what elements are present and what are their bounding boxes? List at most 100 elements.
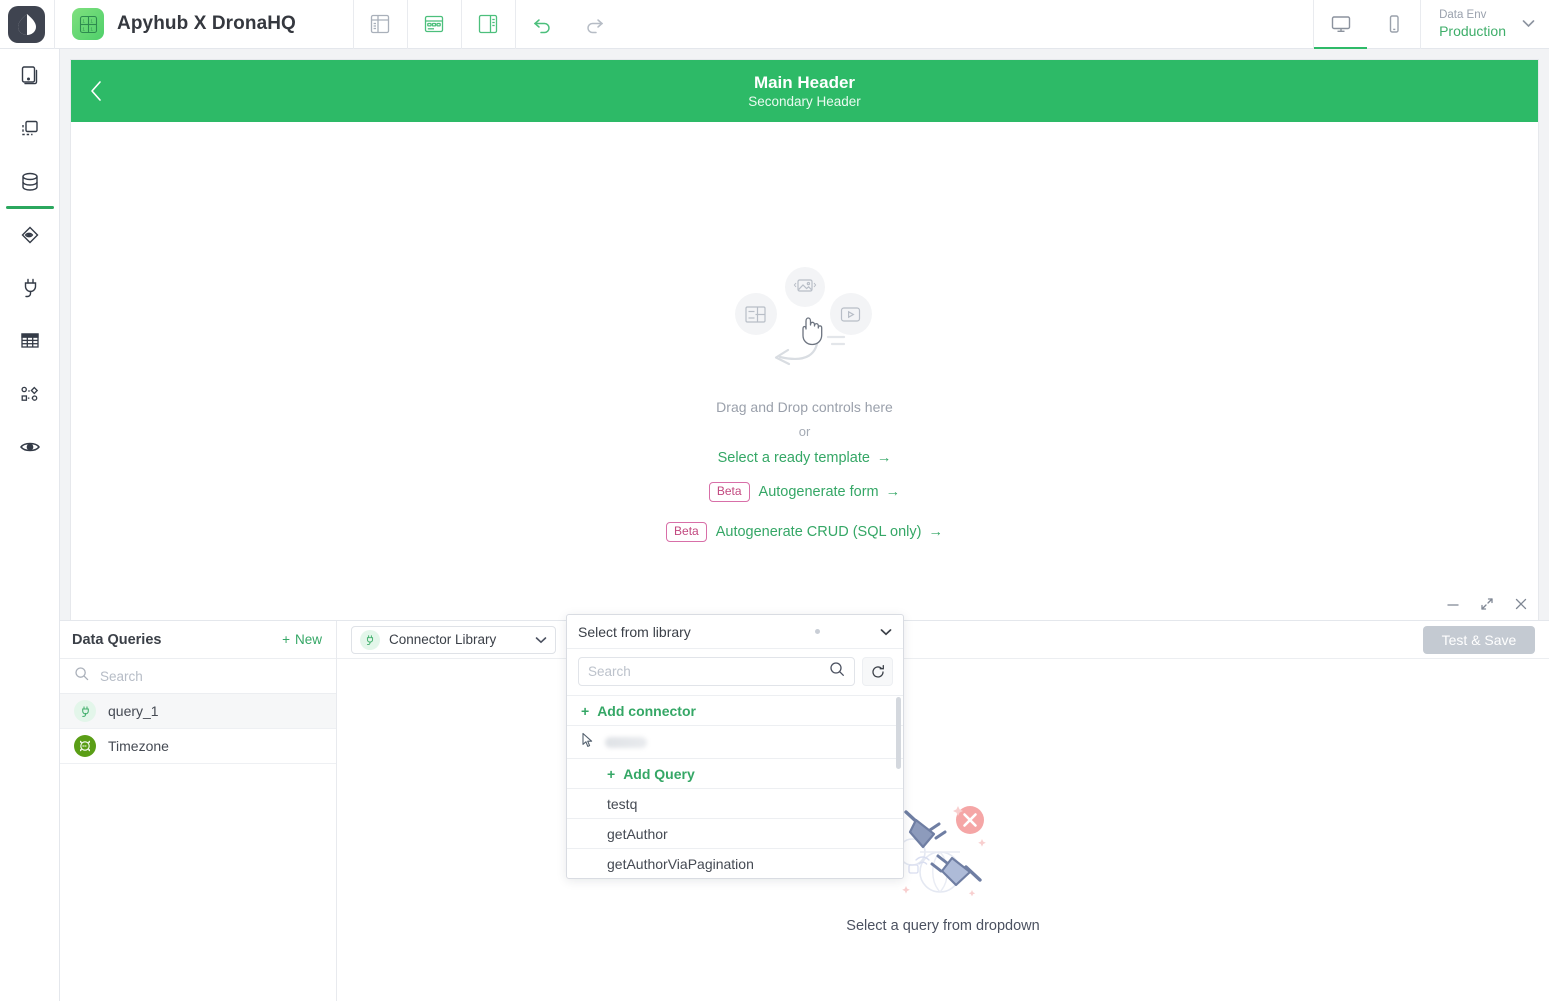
test-save-button[interactable]: Test & Save	[1423, 626, 1535, 654]
new-query-button[interactable]: + New	[282, 632, 322, 647]
refresh-icon[interactable]	[862, 657, 893, 686]
app-root: 1 1 1 1 Apyhub X DronaHQ Data Env Produc…	[0, 0, 1549, 1001]
library-option-label: getAuthor	[607, 825, 668, 842]
library-option-getauthor[interactable]: getAuthor	[567, 818, 903, 848]
library-option-label: getAuthorViaPagination	[607, 855, 754, 872]
connector-library-select[interactable]: Connector Library	[351, 625, 556, 654]
plug-icon	[74, 700, 96, 722]
chevron-down-icon	[880, 623, 892, 641]
app-green-header: Main Header Secondary Header	[71, 60, 1538, 122]
data-queries-panel: Data Queries + New Search query_1 Timezo…	[60, 598, 1549, 1001]
desktop-view-icon[interactable]	[1314, 0, 1368, 49]
disconnected-plugs-icon	[888, 794, 998, 904]
library-search-row	[567, 649, 903, 695]
main-header-text: Main Header	[753, 72, 856, 92]
arrow-right-icon: →	[885, 484, 901, 500]
secondary-header-text: Secondary Header	[748, 93, 861, 109]
layout-split-icon[interactable]	[462, 0, 515, 49]
select-from-library-value: Select from library	[578, 623, 691, 640]
undo-icon[interactable]	[516, 0, 569, 49]
data-query-main: Connector Library Test & Save Select a q…	[337, 614, 1549, 1001]
plus-icon: +	[282, 632, 290, 647]
page-title: Apyhub X DronaHQ	[117, 13, 296, 34]
svg-text:1: 1	[82, 18, 85, 23]
autogenerate-form-label: Autogenerate form	[758, 484, 879, 500]
autogenerate-crud-row[interactable]: Beta Autogenerate CRUD (SQL only) →	[666, 522, 943, 542]
arrow-right-icon: →	[876, 450, 892, 466]
mobile-view-icon[interactable]	[1367, 0, 1420, 49]
timezone-icon	[74, 735, 96, 757]
sidebar-item-preview[interactable]	[0, 420, 60, 473]
autogenerate-form-link[interactable]: Autogenerate form →	[759, 484, 901, 500]
autogenerate-crud-label: Autogenerate CRUD (SQL only)	[715, 524, 922, 540]
search-input[interactable]	[100, 668, 322, 684]
expand-button[interactable]	[1479, 596, 1495, 612]
dropdown-scrollbar[interactable]	[896, 697, 901, 769]
dronahq-logo-icon[interactable]	[8, 5, 45, 43]
left-sidebar	[0, 49, 60, 1001]
data-env-label: Data Env	[1439, 9, 1487, 21]
add-connector-button[interactable]: + Add connector	[567, 695, 903, 725]
select-ready-template-label: Select a ready template	[717, 450, 870, 466]
blurred-connector-name	[605, 736, 647, 748]
library-option-label: testq	[607, 795, 638, 812]
connector-library-value: Connector Library	[389, 632, 497, 647]
data-env-selector[interactable]: Data Env Production	[1420, 0, 1549, 49]
close-button[interactable]	[1513, 596, 1529, 612]
sidebar-item-layouts[interactable]	[0, 102, 60, 155]
minimize-button[interactable]	[1445, 596, 1461, 612]
data-queries-header: Data Queries + New	[60, 621, 336, 659]
select-from-library-trigger[interactable]: Select from library	[567, 615, 903, 649]
list-item-label: Timezone	[108, 738, 169, 754]
query-empty-state: Select a query from dropdown	[337, 659, 1549, 1001]
svg-text:1: 1	[90, 18, 93, 23]
autogenerate-crud-link[interactable]: Autogenerate CRUD (SQL only) →	[716, 524, 943, 540]
arrow-right-icon: →	[928, 524, 943, 540]
sidebar-item-preview-eye[interactable]	[0, 208, 60, 261]
plus-icon: +	[581, 702, 590, 719]
list-item[interactable]: Timezone	[60, 729, 336, 764]
layout-table-icon[interactable]	[408, 0, 461, 49]
dropzone-hint: Drag and Drop controls here	[716, 399, 893, 415]
beta-badge: Beta	[708, 482, 750, 502]
layout-sidebar-icon[interactable]	[354, 0, 407, 49]
library-option-getauthorviapagination[interactable]: getAuthorViaPagination	[567, 848, 903, 878]
svg-text:1: 1	[90, 26, 93, 31]
plug-icon	[360, 629, 380, 650]
chevron-down-icon	[535, 631, 547, 649]
connector-group-row[interactable]	[567, 725, 903, 758]
library-option-testq[interactable]: testq	[567, 788, 903, 818]
chevron-left-icon[interactable]	[89, 79, 103, 103]
library-options-list: + Add connector + Add Query testq getAut…	[567, 695, 903, 878]
panel-window-controls	[1433, 589, 1541, 619]
sidebar-item-data[interactable]	[0, 155, 60, 209]
autogenerate-form-row[interactable]: Beta Autogenerate form →	[708, 482, 901, 502]
query-empty-caption: Select a query from dropdown	[846, 918, 1040, 934]
app-grid-icon: 1 1 1 1	[72, 8, 104, 40]
top-bar: 1 1 1 1 Apyhub X DronaHQ Data Env Produc…	[0, 0, 1549, 49]
list-item-label: query_1	[108, 703, 159, 719]
library-search-field[interactable]	[578, 657, 855, 686]
sidebar-item-workflows[interactable]	[0, 367, 60, 420]
sidebar-item-tables[interactable]	[0, 314, 60, 367]
library-search-input[interactable]	[588, 664, 829, 679]
search-icon[interactable]	[829, 661, 845, 682]
data-queries-search-row[interactable]	[60, 659, 336, 694]
select-ready-template-link[interactable]: Select a ready template →	[718, 450, 892, 466]
new-query-label: New	[294, 632, 322, 647]
divider	[54, 0, 55, 49]
list-item[interactable]: query_1	[60, 694, 336, 729]
select-from-library-dropdown: Select from library Search + Add connect…	[566, 614, 904, 879]
svg-text:1: 1	[82, 26, 85, 31]
dropzone-or: or	[798, 424, 811, 439]
sidebar-item-connectors[interactable]	[0, 261, 60, 314]
drag-drop-illustration	[720, 267, 890, 377]
data-queries-title: Data Queries	[72, 631, 162, 648]
data-env-value: Production	[1439, 23, 1506, 39]
chevron-down-icon	[1522, 15, 1535, 33]
add-query-label: Add Query	[623, 765, 695, 782]
redo-icon[interactable]	[569, 0, 622, 49]
loading-dot-icon	[815, 629, 820, 634]
add-query-button[interactable]: + Add Query	[567, 758, 903, 788]
sidebar-item-screens[interactable]	[0, 49, 60, 102]
